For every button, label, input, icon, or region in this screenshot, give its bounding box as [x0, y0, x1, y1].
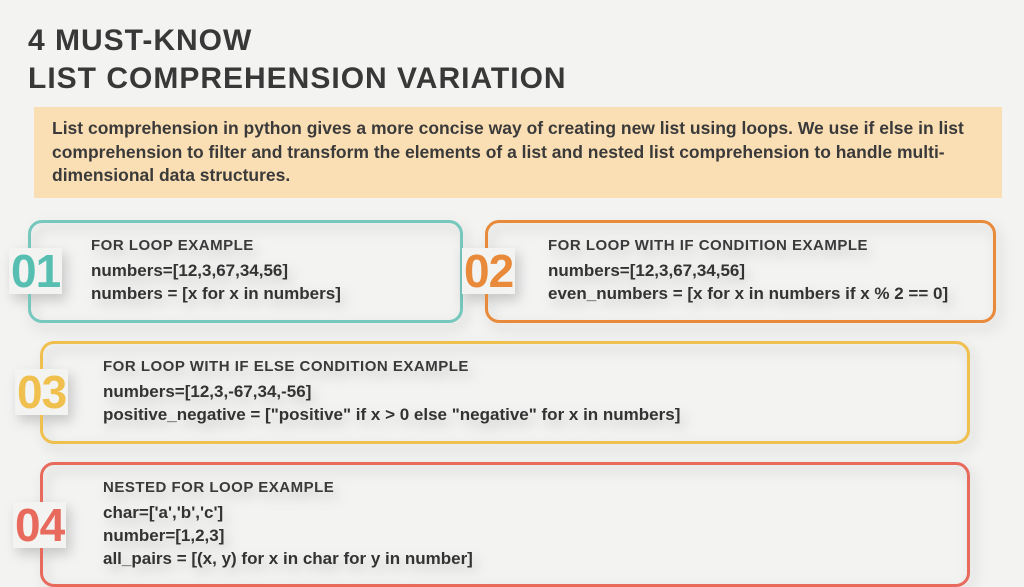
title-line-1: 4 MUST-KNOW	[28, 24, 252, 57]
card-title-2: FOR LOOP WITH IF CONDITION EXAMPLE	[548, 237, 973, 254]
card-number-4: 04	[13, 502, 66, 548]
card-code-2: numbers=[12,3,67,34,56] even_numbers = […	[548, 260, 973, 306]
card-nested-for-loop: 04 NESTED FOR LOOP EXAMPLE char=['a','b'…	[40, 462, 970, 587]
card-title-3: FOR LOOP WITH IF ELSE CONDITION EXAMPLE	[103, 358, 947, 375]
title-line-2: LIST COMPREHENSION VARIATION	[28, 62, 567, 95]
card-number-2: 02	[462, 248, 515, 294]
card-title-4: NESTED FOR LOOP EXAMPLE	[103, 479, 947, 496]
card-row-1: 01 FOR LOOP EXAMPLE numbers=[12,3,67,34,…	[28, 220, 996, 323]
cards-container: 01 FOR LOOP EXAMPLE numbers=[12,3,67,34,…	[28, 220, 996, 587]
card-code-1: numbers=[12,3,67,34,56] numbers = [x for…	[91, 260, 440, 306]
intro-banner: List comprehension in python gives a mor…	[34, 107, 1002, 198]
card-number-1: 01	[9, 248, 62, 294]
card-for-loop-if: 02 FOR LOOP WITH IF CONDITION EXAMPLE nu…	[485, 220, 996, 323]
card-number-3: 03	[15, 369, 68, 415]
card-code-3: numbers=[12,3,-67,34,-56] positive_negat…	[103, 381, 947, 427]
card-for-loop: 01 FOR LOOP EXAMPLE numbers=[12,3,67,34,…	[28, 220, 463, 323]
card-row-2: 03 FOR LOOP WITH IF ELSE CONDITION EXAMP…	[28, 341, 996, 444]
card-code-4: char=['a','b','c'] number=[1,2,3] all_pa…	[103, 502, 947, 571]
card-row-3: 04 NESTED FOR LOOP EXAMPLE char=['a','b'…	[28, 462, 996, 587]
card-title-1: FOR LOOP EXAMPLE	[91, 237, 440, 254]
card-for-loop-if-else: 03 FOR LOOP WITH IF ELSE CONDITION EXAMP…	[40, 341, 970, 444]
page-title: 4 MUST-KNOW LIST COMPREHENSION VARIATION	[28, 22, 996, 97]
